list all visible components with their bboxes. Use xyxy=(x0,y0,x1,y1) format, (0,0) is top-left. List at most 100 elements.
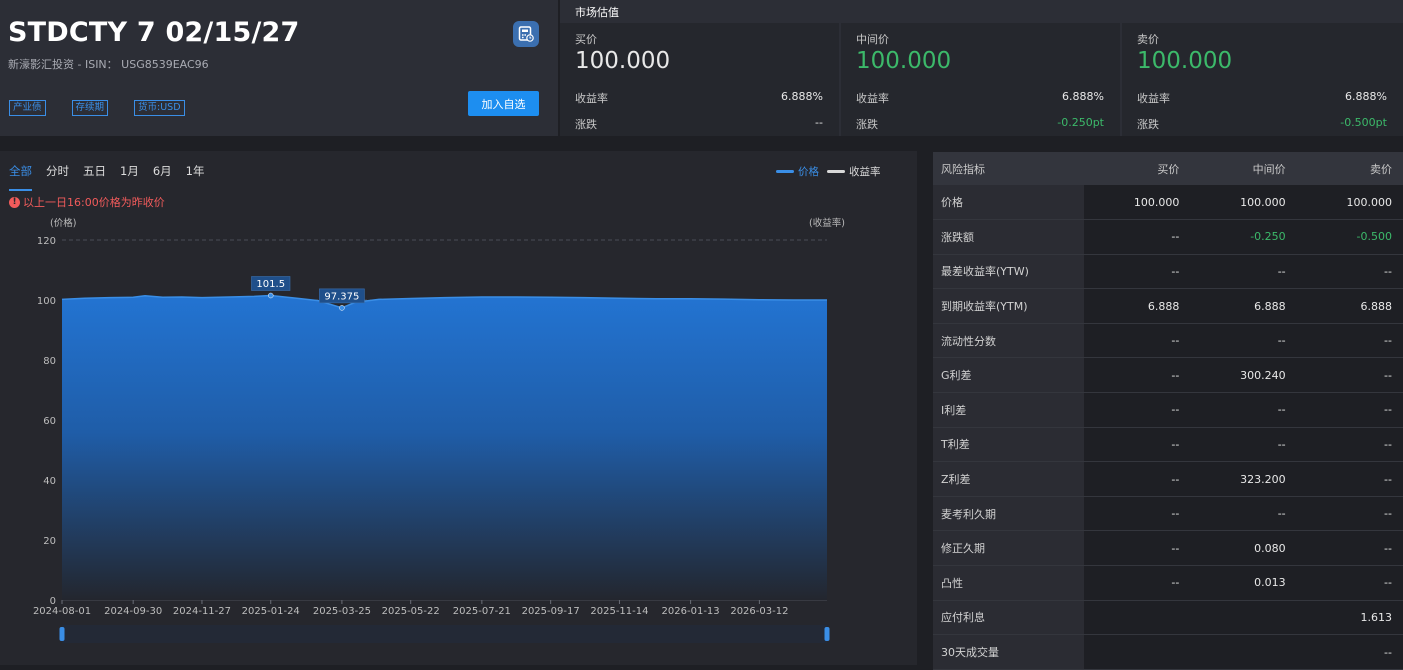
ask-change-row: 涨跌 -0.500pt xyxy=(1137,116,1387,132)
tab-intraday[interactable]: 分时 xyxy=(46,163,69,191)
ask-yield-row: 收益率 6.888% xyxy=(1137,90,1387,106)
risk-cell-name: 最差收益率(YTW) xyxy=(933,254,1084,290)
risk-cell-ask: 1.613 xyxy=(1296,600,1403,636)
risk-cell-bid: -- xyxy=(1084,219,1191,255)
price-area xyxy=(62,295,827,600)
risk-cell-bid xyxy=(1084,600,1191,636)
bond-title: STDCTY 7 02/15/27 xyxy=(8,17,300,48)
risk-cell-name: 应付利息 xyxy=(933,600,1084,636)
add-to-watchlist-button[interactable]: 加入自选 xyxy=(468,91,539,116)
risk-cell-ask: 6.888 xyxy=(1296,288,1403,324)
tag-currency[interactable]: 货币:USD xyxy=(134,100,185,116)
risk-table-header: 风险指标 买价 中间价 卖价 xyxy=(933,152,1403,185)
annotation-label: 97.375 xyxy=(324,291,359,302)
risk-cell-ask: -- xyxy=(1296,323,1403,359)
tag-duration[interactable]: 存续期 xyxy=(71,100,109,116)
market-ask-column: 卖价 100.000 收益率 6.888% 涨跌 -0.500pt xyxy=(1122,23,1403,136)
risk-cell-mid: 300.240 xyxy=(1190,357,1297,394)
slider-selection[interactable] xyxy=(62,625,827,643)
tab-6month[interactable]: 6月 xyxy=(153,163,172,191)
tag-industry[interactable]: 产业债 xyxy=(9,100,46,116)
risk-cell-ask: -- xyxy=(1296,565,1403,601)
change-label: 涨跌 xyxy=(856,118,878,131)
issuer-isin-line: 新濠影汇投资 - ISIN： USG8539EAC96 xyxy=(8,58,209,71)
risk-cell-name: 到期收益率(YTM) xyxy=(933,288,1084,324)
tab-1month[interactable]: 1月 xyxy=(120,163,139,191)
legend-yield-label: 收益率 xyxy=(849,166,881,178)
mid-change: -0.250pt xyxy=(1057,116,1104,129)
table-row: 到期收益率(YTM) 6.888 6.888 6.888 xyxy=(933,288,1403,324)
risk-cell-ask: -- xyxy=(1296,392,1403,428)
x-tick-label: 2025-03-25 xyxy=(313,606,371,617)
annotation-label: 101.5 xyxy=(256,279,285,290)
risk-cell-mid: -0.250 xyxy=(1190,219,1297,255)
slider-left-handle[interactable] xyxy=(59,627,65,641)
table-row: 30天成交量 -- xyxy=(933,634,1403,670)
legend-yield-swatch xyxy=(827,170,845,173)
risk-cell-bid: -- xyxy=(1084,392,1191,428)
risk-cell-mid: -- xyxy=(1190,427,1297,463)
calculator-icon[interactable] xyxy=(513,21,539,47)
y-axis: 020406080100120 xyxy=(37,236,56,607)
period-tabs: 全部 分时 五日 1月 6月 1年 xyxy=(9,163,218,191)
mid-yield: 6.888% xyxy=(1062,90,1104,103)
change-label: 涨跌 xyxy=(575,118,597,131)
legend-price-label: 价格 xyxy=(798,166,819,178)
bid-yield: 6.888% xyxy=(781,90,823,103)
ask-change: -0.500pt xyxy=(1340,116,1387,129)
risk-cell-ask: 100.000 xyxy=(1296,185,1403,221)
market-title: 市场估值 xyxy=(575,6,619,19)
risk-cell-mid: 6.888 xyxy=(1190,288,1297,324)
risk-cell-name: G利差 xyxy=(933,357,1084,394)
risk-cell-bid: -- xyxy=(1084,530,1191,567)
risk-cell-bid: -- xyxy=(1084,323,1191,359)
left-axis-label: (价格) xyxy=(50,217,76,229)
y-tick-label: 100 xyxy=(37,296,56,307)
risk-cell-bid: 6.888 xyxy=(1084,288,1191,324)
risk-cell-bid: -- xyxy=(1084,427,1191,463)
risk-cell-ask: -- xyxy=(1296,357,1403,394)
price-chart: (价格) (收益率) 020406080100120 2024-08-01 202… xyxy=(33,217,845,643)
header-bid: 买价 xyxy=(1084,152,1191,185)
x-tick-label: 2025-01-24 xyxy=(242,606,300,617)
tab-1year[interactable]: 1年 xyxy=(186,163,205,191)
bid-change-row: 涨跌 -- xyxy=(575,116,823,132)
bid-change: -- xyxy=(815,116,823,129)
header-ask: 卖价 xyxy=(1296,152,1403,185)
header-mid: 中间价 xyxy=(1190,152,1297,185)
risk-cell-name: T利差 xyxy=(933,427,1084,463)
tab-all[interactable]: 全部 xyxy=(9,163,32,191)
risk-cell-name: 修正久期 xyxy=(933,530,1084,567)
legend-price[interactable]: 价格 xyxy=(776,164,819,179)
risk-cell-name: 价格 xyxy=(933,185,1084,221)
range-slider[interactable] xyxy=(59,625,830,643)
y-tick-label: 40 xyxy=(43,476,56,487)
x-tick-label: 2026-03-12 xyxy=(730,606,788,617)
x-tick-label: 2024-11-27 xyxy=(173,606,231,617)
close-price-notice: ! 以上一日16:00价格为昨收价 xyxy=(9,194,165,210)
risk-cell-ask: -- xyxy=(1296,461,1403,497)
risk-cell-ask: -- xyxy=(1296,496,1403,532)
x-tick-label: 2025-11-14 xyxy=(590,606,648,617)
mid-change-row: 涨跌 -0.250pt xyxy=(856,116,1104,132)
x-tick-label: 2024-08-01 xyxy=(33,606,91,617)
tab-5day[interactable]: 五日 xyxy=(83,163,106,191)
alert-icon: ! xyxy=(9,196,20,208)
x-tick-label: 2026-01-13 xyxy=(662,606,720,617)
slider-right-handle[interactable] xyxy=(824,627,830,641)
table-row: G利差 -- 300.240 -- xyxy=(933,357,1403,394)
mid-price: 100.000 xyxy=(856,48,952,74)
x-tick-label: 2025-09-17 xyxy=(522,606,580,617)
risk-cell-bid: -- xyxy=(1084,496,1191,532)
risk-indicator-table: 风险指标 买价 中间价 卖价 价格 100.000 100.000 100.000 涨跌… xyxy=(933,152,1403,670)
risk-cell-mid: -- xyxy=(1190,254,1297,290)
risk-cell-name: 30天成交量 xyxy=(933,634,1084,670)
risk-cell-name: 涨跌额 xyxy=(933,219,1084,255)
risk-cell-bid: -- xyxy=(1084,357,1191,394)
risk-cell-bid xyxy=(1084,634,1191,670)
table-row: 修正久期 -- 0.080 -- xyxy=(933,530,1403,567)
legend-yield[interactable]: 收益率 xyxy=(827,164,881,179)
chart-legend: 价格 收益率 xyxy=(776,164,889,179)
table-row: 价格 100.000 100.000 100.000 xyxy=(933,185,1403,221)
risk-cell-mid xyxy=(1190,600,1297,636)
